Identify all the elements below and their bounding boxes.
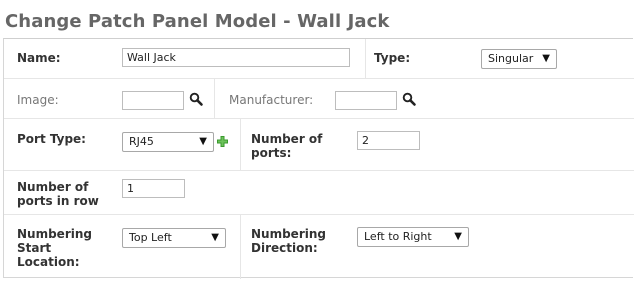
image-input[interactable] xyxy=(122,91,184,110)
port-type-select-value: RJ45 xyxy=(129,135,154,148)
image-label: Image: xyxy=(17,93,59,107)
manufacturer-label: Manufacturer: xyxy=(229,93,314,107)
numbering-direction-select[interactable]: Left to Right ▼ xyxy=(357,227,469,247)
chevron-down-icon: ▼ xyxy=(542,53,550,64)
port-type-select[interactable]: RJ45 ▼ xyxy=(122,132,214,152)
type-select[interactable]: Singular ▼ xyxy=(481,49,557,69)
search-icon[interactable] xyxy=(402,92,417,107)
plus-icon[interactable] xyxy=(217,136,228,147)
ports-in-row-input[interactable]: 1 xyxy=(122,179,185,198)
numbering-start-value: Top Left xyxy=(129,231,172,244)
chevron-down-icon: ▼ xyxy=(199,136,207,147)
numbering-start-label: Numbering Start Location: xyxy=(17,227,92,269)
page-title: Change Patch Panel Model - Wall Jack xyxy=(5,11,390,32)
numbering-direction-value: Left to Right xyxy=(364,230,432,243)
name-label: Name: xyxy=(17,51,61,65)
row-numbering: Numbering Start Location: Top Left ▼ Num… xyxy=(4,215,634,279)
numbering-start-select[interactable]: Top Left ▼ xyxy=(122,228,226,248)
number-of-ports-input[interactable]: 2 xyxy=(357,131,420,150)
edit-form-panel: Name: Wall Jack Type: Singular ▼ Image: … xyxy=(3,38,634,279)
type-select-value: Singular xyxy=(488,52,534,65)
port-type-label: Port Type: xyxy=(17,132,86,146)
name-input[interactable]: Wall Jack xyxy=(122,48,350,67)
number-of-ports-label: Number of ports: xyxy=(251,132,323,160)
ports-in-row-label: Number of ports in row xyxy=(17,180,99,208)
search-icon[interactable] xyxy=(189,92,204,107)
manufacturer-input[interactable] xyxy=(335,91,397,110)
type-label: Type: xyxy=(374,51,411,65)
numbering-direction-label: Numbering Direction: xyxy=(251,227,326,255)
row-port-type: Port Type: RJ45 ▼ Number of ports: 2 xyxy=(4,119,634,171)
chevron-down-icon: ▼ xyxy=(454,231,462,242)
row-ports-in-row: Number of ports in row 1 xyxy=(4,171,634,215)
chevron-down-icon: ▼ xyxy=(211,232,219,243)
row-image-manufacturer: Image: Manufacturer: xyxy=(4,79,634,119)
row-name-type: Name: Wall Jack Type: Singular ▼ xyxy=(4,39,634,79)
